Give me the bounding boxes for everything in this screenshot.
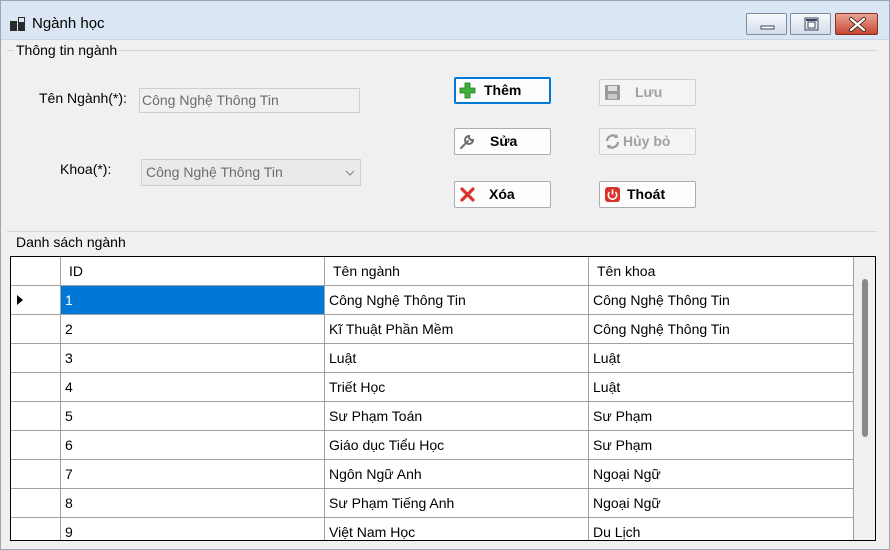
cell-ten-nganh[interactable]: Luật (325, 344, 589, 373)
cell-id[interactable]: 8 (61, 489, 325, 518)
huy-bo-button[interactable]: Hủy bỏ (599, 128, 696, 155)
current-row-arrow-icon (17, 295, 23, 305)
cell-ten-khoa[interactable]: Ngoại Ngữ (589, 460, 854, 489)
app-window-icon (10, 17, 25, 31)
khoa-label: Khoa(*): (60, 161, 112, 177)
list-group-title: Danh sách ngành (14, 234, 128, 250)
window-title: Ngành học (32, 15, 105, 32)
minimize-button[interactable] (746, 13, 787, 35)
delete-x-icon (460, 187, 475, 202)
row-header[interactable] (11, 460, 61, 489)
cell-ten-khoa[interactable]: Công Nghệ Thông Tin (589, 286, 854, 315)
row-header[interactable] (11, 344, 61, 373)
cell-ten-nganh[interactable]: Triết Học (325, 373, 589, 402)
row-header[interactable] (11, 315, 61, 344)
plus-icon (459, 82, 476, 99)
close-icon (849, 17, 866, 32)
cell-ten-khoa[interactable]: Luật (589, 373, 854, 402)
table-row[interactable]: 1 Công Nghệ Thông Tin Công Nghệ Thông Ti… (11, 286, 854, 315)
table-row[interactable]: 9 Việt Nam Học Du Lịch (11, 518, 854, 540)
cell-id[interactable]: 4 (61, 373, 325, 402)
close-button[interactable] (835, 13, 878, 35)
cell-ten-nganh[interactable]: Sư Phạm Tiếng Anh (325, 489, 589, 518)
table-row[interactable]: 6 Giáo dục Tiểu Học Sư Phạm (11, 431, 854, 460)
table-row[interactable]: 8 Sư Phạm Tiếng Anh Ngoại Ngữ (11, 489, 854, 518)
cell-ten-khoa[interactable]: Ngoại Ngữ (589, 489, 854, 518)
info-group-border (7, 50, 877, 51)
ten-nganh-label: Tên Ngành(*): (39, 90, 127, 106)
cell-id[interactable]: 2 (61, 315, 325, 344)
chevron-down-icon (345, 170, 355, 176)
cell-id[interactable]: 6 (61, 431, 325, 460)
table-row[interactable]: 7 Ngôn Ngữ Anh Ngoại Ngữ (11, 460, 854, 489)
cell-id[interactable]: 7 (61, 460, 325, 489)
thoat-button[interactable]: Thoát (599, 181, 696, 208)
thoat-label: Thoát (627, 186, 666, 202)
cell-id[interactable]: 1 (61, 286, 325, 315)
luu-label: Lưu (635, 84, 663, 100)
cell-ten-khoa[interactable]: Sư Phạm (589, 431, 854, 460)
cell-ten-khoa[interactable]: Luật (589, 344, 854, 373)
row-header[interactable] (11, 286, 61, 315)
sua-label: Sửa (490, 133, 518, 149)
cell-ten-nganh[interactable]: Công Nghệ Thông Tin (325, 286, 589, 315)
scrollbar-thumb[interactable] (862, 279, 868, 437)
power-exit-icon (605, 187, 620, 202)
nganh-data-grid[interactable]: ID Tên ngành Tên khoa 1 Công Nghệ Thông … (10, 256, 876, 541)
khoa-select[interactable]: Công Nghệ Thông Tin (141, 159, 361, 186)
row-header[interactable] (11, 373, 61, 402)
main-window: Ngành học Thông tin ngành Tên Ngành(*): … (0, 0, 890, 550)
row-header[interactable] (11, 431, 61, 460)
cell-ten-khoa[interactable]: Du Lịch (589, 518, 854, 540)
cell-id[interactable]: 3 (61, 344, 325, 373)
maximize-button[interactable] (790, 13, 831, 35)
table-row[interactable]: 2 Kĩ Thuật Phần Mềm Công Nghệ Thông Tin (11, 315, 854, 344)
table-row[interactable]: 3 Luật Luật (11, 344, 854, 373)
khoa-selected-value: Công Nghệ Thông Tin (146, 164, 283, 180)
minimize-icon (760, 25, 775, 30)
row-header[interactable] (11, 402, 61, 431)
table-row[interactable]: 4 Triết Học Luật (11, 373, 854, 402)
cell-id[interactable]: 9 (61, 518, 325, 540)
luu-button[interactable]: Lưu (599, 79, 696, 106)
row-header[interactable] (11, 489, 61, 518)
wrench-icon (460, 134, 475, 149)
cell-ten-khoa[interactable]: Sư Phạm (589, 402, 854, 431)
sua-button[interactable]: Sửa (454, 128, 551, 155)
row-header[interactable] (11, 518, 61, 540)
column-header-ten-khoa[interactable]: Tên khoa (589, 257, 854, 286)
row-header-corner[interactable] (11, 257, 61, 286)
column-header-ten-nganh[interactable]: Tên ngành (325, 257, 589, 286)
cell-ten-nganh[interactable]: Kĩ Thuật Phần Mềm (325, 315, 589, 344)
undo-refresh-icon (605, 134, 620, 149)
info-group-title: Thông tin ngành (14, 42, 120, 58)
cell-ten-nganh[interactable]: Ngôn Ngữ Anh (325, 460, 589, 489)
vertical-scrollbar[interactable] (854, 257, 875, 540)
xoa-button[interactable]: Xóa (454, 181, 551, 208)
cell-ten-khoa[interactable]: Công Nghệ Thông Tin (589, 315, 854, 344)
title-bar[interactable]: Ngành học (1, 1, 889, 40)
ten-nganh-input[interactable]: Công Nghệ Thông Tin (139, 88, 360, 113)
cell-ten-nganh[interactable]: Việt Nam Học (325, 518, 589, 540)
grid-header-row: ID Tên ngành Tên khoa (11, 257, 854, 286)
table-row[interactable]: 5 Sư Phạm Toán Sư Phạm (11, 402, 854, 431)
them-button[interactable]: Thêm (454, 77, 551, 104)
save-icon (605, 85, 620, 100)
list-group-border (7, 231, 877, 232)
cell-ten-nganh[interactable]: Giáo dục Tiểu Học (325, 431, 589, 460)
xoa-label: Xóa (489, 186, 515, 202)
maximize-icon (804, 17, 819, 31)
cell-ten-nganh[interactable]: Sư Phạm Toán (325, 402, 589, 431)
huy-bo-label: Hủy bỏ (623, 133, 671, 149)
column-header-id[interactable]: ID (61, 257, 325, 286)
cell-id[interactable]: 5 (61, 402, 325, 431)
them-label: Thêm (484, 82, 522, 98)
